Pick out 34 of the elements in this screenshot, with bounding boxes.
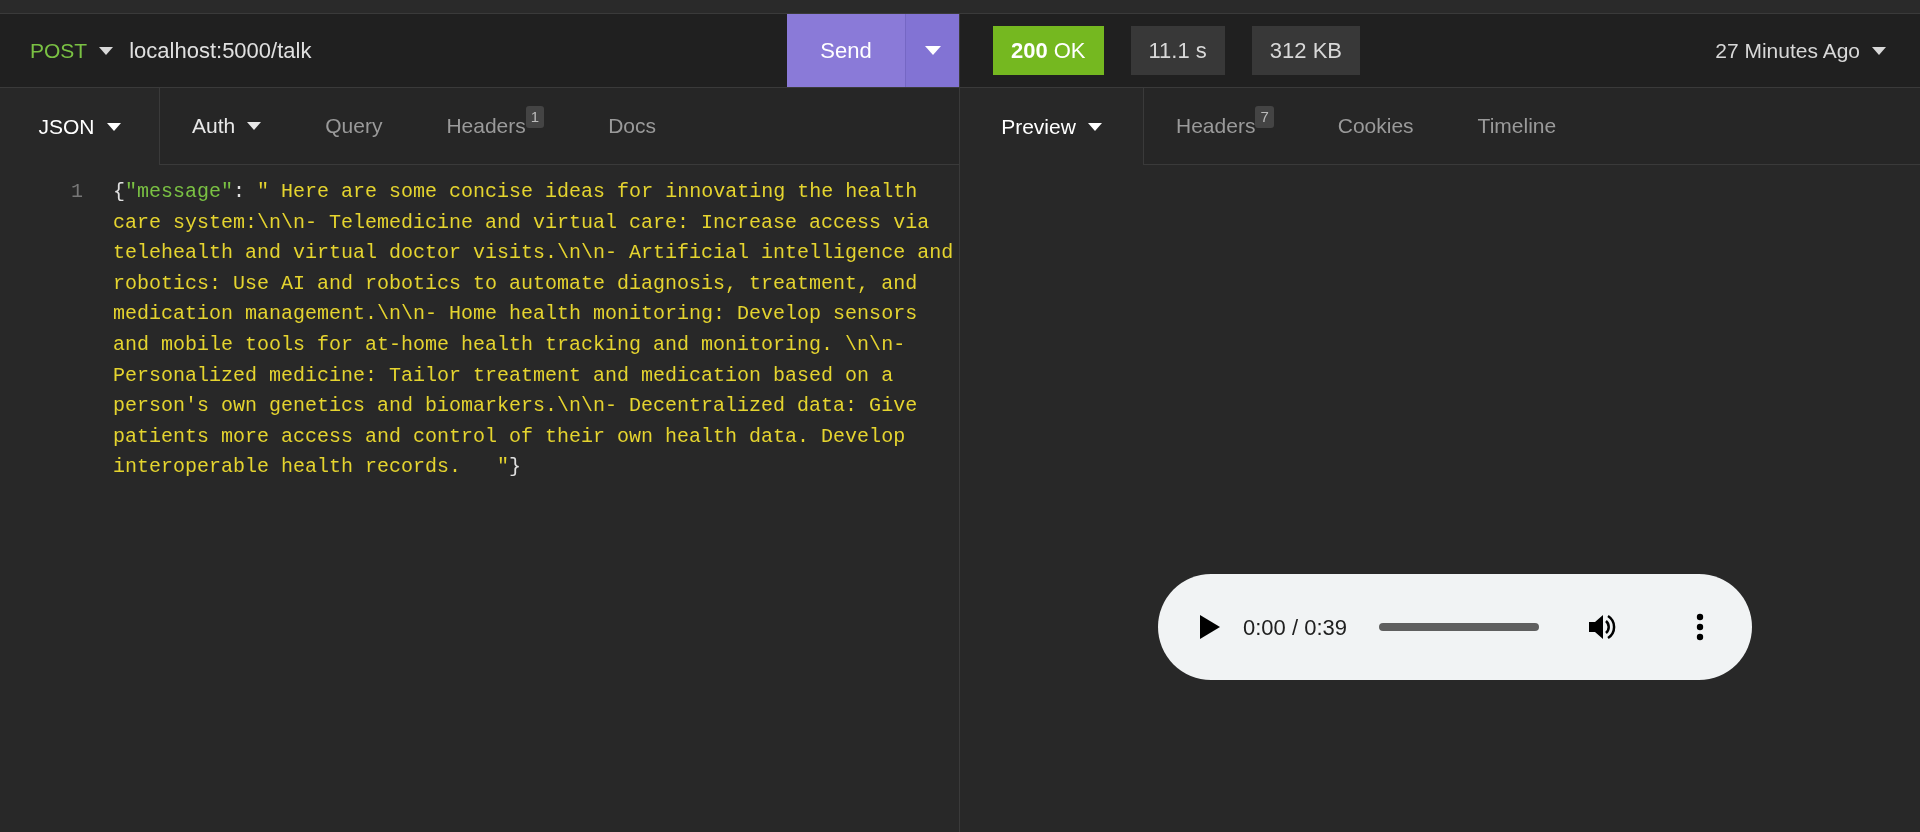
code-line: {"message": " Here are some concise ideas for innovating the health xyxy=(113,179,918,205)
caret-icon xyxy=(924,45,941,56)
method-dropdown[interactable]: POST xyxy=(30,34,114,67)
code-line: care system:\n\n- Telemedicine and virtual care: Increase access via xyxy=(113,209,930,236)
caret-icon xyxy=(1087,122,1102,131)
code-line: telehealth and virtual doctor visits.\n\n- Artificial intelligence and xyxy=(113,240,954,267)
audio-time: 0:00 / 0:39 xyxy=(1243,613,1347,642)
line-number: 1 xyxy=(70,179,84,205)
code-line: and mobile tools for at-home health tracking and monitoring. \n\n- xyxy=(113,331,906,358)
tab[interactable]: Headers 7 xyxy=(1144,88,1306,165)
progress-slider[interactable] xyxy=(1379,623,1539,631)
response-time-badge: 11.1 s xyxy=(1130,26,1225,75)
more-options-icon[interactable] xyxy=(1696,613,1704,641)
code-line: interoperable health records. "} xyxy=(113,454,522,481)
code-line: person's own genetics and biomarkers.\n\n- Decentralized data: Give xyxy=(113,393,918,420)
caret-icon xyxy=(99,46,114,55)
count-badge: 7 xyxy=(1255,105,1274,129)
code-line: robotics: Use AI and robotics to automate diagnosis, treatment, and xyxy=(113,270,918,297)
status-badge: 200 OK xyxy=(993,26,1104,75)
tab[interactable]: Timeline xyxy=(1445,88,1589,165)
code-line: medication management.\n\n- Home health monitoring: Develop sensors xyxy=(113,301,918,328)
code-line: Personalized medicine: Tailor treatment and medication based on a xyxy=(113,362,894,389)
caret-icon xyxy=(247,122,262,130)
code-line: patients more access and control of their own health data. Develop xyxy=(113,423,906,450)
count-badge: 1 xyxy=(525,105,545,129)
caret-icon xyxy=(1872,46,1886,55)
play-icon[interactable] xyxy=(1200,615,1220,639)
history-dropdown[interactable]: 27 Minutes Ago xyxy=(1715,34,1886,67)
caret-icon xyxy=(106,122,121,131)
url-field[interactable]: localhost:5000/talk xyxy=(129,34,312,67)
tab[interactable]: Cookies xyxy=(1305,88,1446,165)
send-button[interactable]: Send xyxy=(787,14,905,87)
response-size-badge: 312 KB xyxy=(1251,26,1360,75)
volume-icon[interactable] xyxy=(1587,612,1617,642)
